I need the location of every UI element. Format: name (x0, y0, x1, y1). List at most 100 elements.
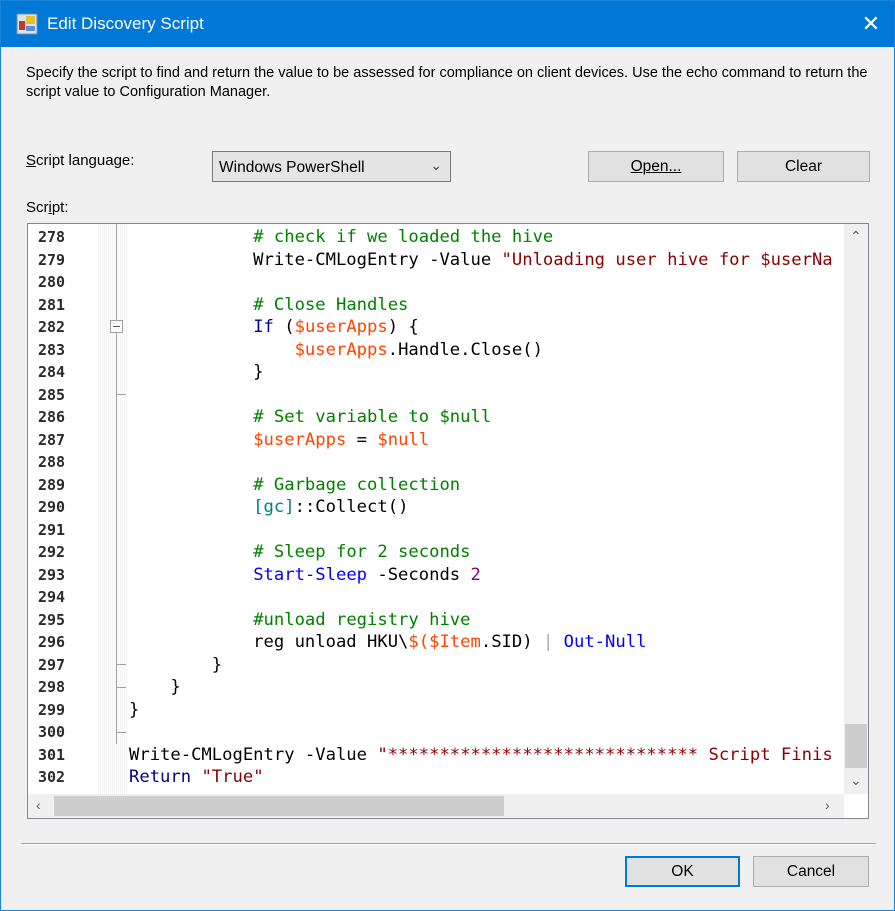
line-number: 300 (38, 723, 66, 741)
horizontal-scroll-thumb[interactable] (54, 796, 504, 816)
code-token: ( (273, 317, 295, 337)
code-line: # Sleep for 2 seconds (129, 542, 470, 562)
code-line: [gc]::Collect() (129, 497, 408, 517)
label-part: pt: (51, 199, 69, 216)
line-number: 291 (38, 520, 66, 539)
script-editor[interactable]: 278 # check if we loaded the hive 279 Wri… (27, 223, 869, 819)
app-icon (16, 13, 38, 35)
line-number: 278 (38, 228, 66, 246)
code-line: $userApps.Handle.Close() (129, 340, 543, 360)
vertical-scroll-thumb[interactable] (845, 724, 867, 768)
cancel-button[interactable]: Cancel (753, 856, 869, 887)
line-number: 281 (38, 295, 66, 314)
line-number: 287 (38, 430, 66, 449)
code-token: | (542, 632, 564, 652)
fold-end-marker (116, 394, 126, 395)
script-label: Script: (26, 199, 69, 216)
window-title: Edit Discovery Script (47, 14, 204, 33)
code-token: ::Collect() (294, 497, 409, 517)
vertical-scrollbar[interactable]: ⌃ ⌄ (844, 224, 868, 794)
close-button[interactable]: ✕ (848, 1, 894, 47)
code-token: .SID) (480, 632, 543, 652)
fold-end-marker (116, 664, 126, 665)
code-token: $( (408, 632, 430, 652)
fold-end-marker (116, 687, 126, 688)
code-line: } (129, 677, 181, 697)
fold-margin (98, 224, 128, 794)
ok-label: OK (671, 863, 694, 880)
code-token: $Item (429, 632, 481, 652)
code-line: Write-CMLogEntry -Value "***************… (129, 745, 833, 765)
code-token: # check if we loaded the hive (253, 227, 554, 247)
code-token: Write-CMLogEntry -Value (129, 744, 378, 765)
code-token: $null (377, 429, 430, 450)
code-line: Return "True" (129, 767, 264, 787)
code-line: # Close Handles (129, 295, 408, 315)
code-token: -Seconds (367, 564, 471, 585)
open-button[interactable]: Open... (588, 151, 724, 182)
line-number: 293 (38, 565, 66, 584)
mnemonic: S (26, 152, 37, 169)
code-line: Start-Sleep -Seconds 2 (129, 565, 481, 585)
code-token: $userApps (294, 339, 388, 360)
line-number: 294 (38, 588, 66, 606)
fold-guide (116, 224, 117, 744)
horizontal-scrollbar[interactable]: ‹ › (28, 794, 844, 818)
scroll-up-icon[interactable]: ⌃ (850, 228, 862, 245)
line-number: 282 (38, 318, 66, 336)
line-number: 297 (38, 655, 66, 674)
code-token: $userApps (253, 429, 347, 450)
code-line: } (129, 655, 222, 675)
code-token: ) { (387, 317, 419, 337)
line-number: 284 (38, 363, 66, 381)
code-line: } (129, 700, 139, 720)
line-number: 299 (38, 700, 66, 719)
line-number: 285 (38, 385, 66, 404)
line-number: 302 (38, 768, 66, 786)
title-bar[interactable]: Edit Discovery Script ✕ (1, 1, 894, 47)
selected-language: Windows PowerShell (219, 159, 365, 176)
scroll-right-icon[interactable]: › (825, 797, 830, 813)
code-line: $userApps = $null (129, 430, 429, 450)
code-token: Out-Null (563, 632, 647, 652)
script-language-select[interactable]: Windows PowerShell ⌄ (212, 151, 451, 182)
code-line: If ($userApps) { (129, 317, 419, 337)
scroll-down-icon[interactable]: ⌄ (850, 772, 862, 789)
code-line: Write-CMLogEntry -Value "Unloading user … (129, 250, 833, 270)
code-token: reg unload HKU\ (129, 632, 409, 652)
code-token: "True" (201, 767, 264, 787)
script-language-label: Script language: (26, 152, 134, 169)
line-number: 290 (38, 498, 66, 516)
code-token: -Value (429, 249, 502, 270)
code-token: # Garbage collection (253, 474, 461, 495)
chevron-down-icon: ⌄ (430, 157, 442, 173)
code-token: } (129, 677, 181, 697)
line-number: 292 (38, 543, 66, 561)
description-text: Specify the script to find and return th… (26, 65, 868, 100)
code-token: "****************************** Script F… (377, 744, 833, 765)
clear-button[interactable]: Clear (737, 151, 870, 182)
code-token: } (129, 699, 140, 720)
ok-button[interactable]: OK (625, 856, 740, 887)
label-rest: cript language: (36, 152, 135, 169)
code-token: $userApps (294, 317, 388, 337)
code-token: Start-Sleep (253, 564, 368, 585)
collapse-icon[interactable] (110, 320, 123, 333)
code-token: "Unloading user hive for $userNa (501, 249, 833, 270)
code-token: = (346, 429, 378, 450)
label-part: Scr (26, 199, 49, 216)
line-number: 279 (38, 250, 66, 269)
code-line: # Set variable to $null (129, 407, 491, 427)
code-token: If (253, 317, 274, 337)
scroll-left-icon[interactable]: ‹ (36, 797, 41, 813)
line-number: 298 (38, 678, 66, 696)
separator (21, 843, 876, 845)
code-token: } (129, 654, 223, 675)
